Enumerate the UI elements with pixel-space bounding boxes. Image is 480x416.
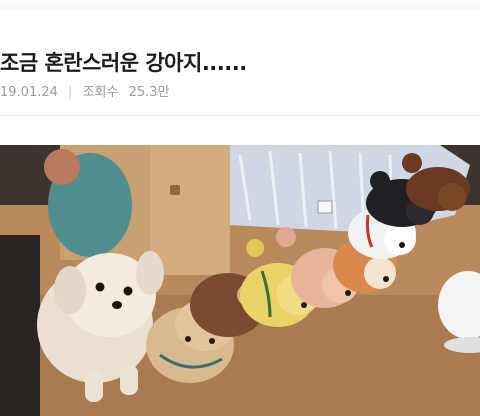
meta-separator: | [68,85,73,100]
post-date: 19.01.24 [0,85,58,100]
post-meta: 19.01.24 | 조회수 25.3만 [0,81,170,100]
top-strip [0,0,480,10]
view-count-value: 25.3만 [128,85,170,100]
post-title: 조금 혼란스러운 강아지...... [0,51,247,75]
view-count-label: 조회수 [82,85,119,100]
post-photo[interactable] [0,145,480,416]
divider [0,115,480,116]
